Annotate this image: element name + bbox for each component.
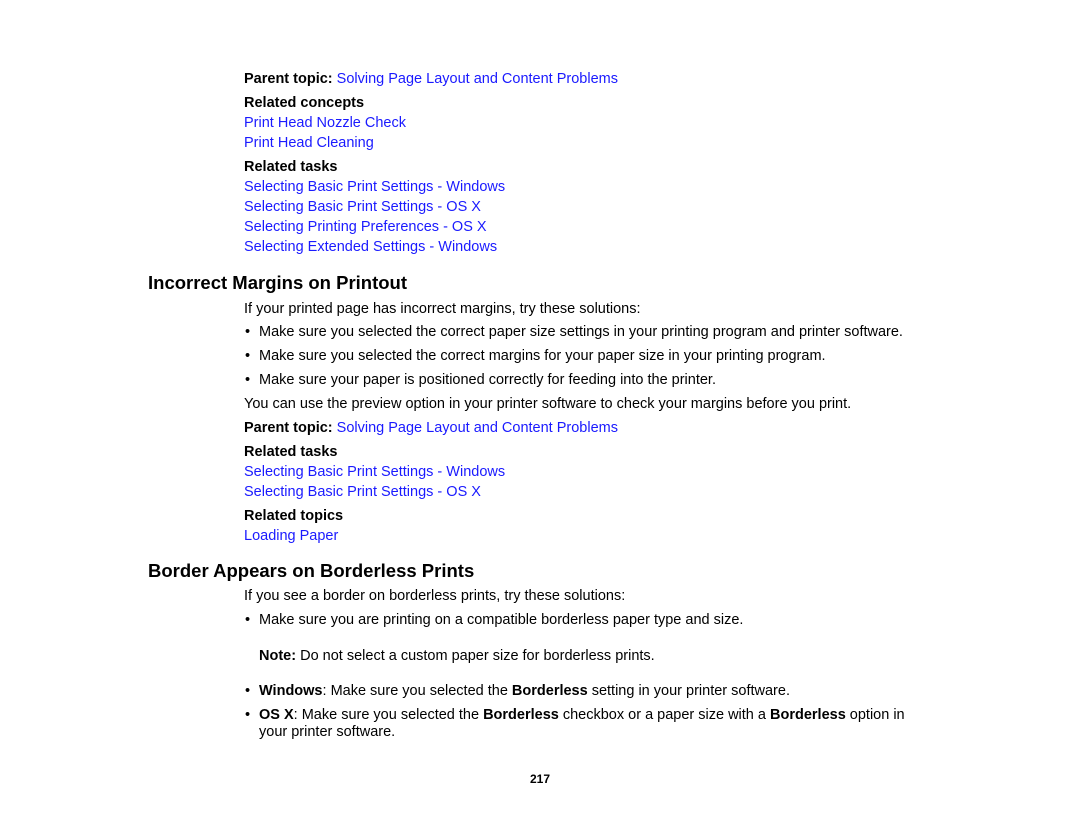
list-item-continuation: your printer software. bbox=[259, 724, 396, 740]
related-task-link[interactable]: Selecting Basic Print Settings - OS X bbox=[244, 198, 481, 216]
intro-text: If you see a border on borderless prints… bbox=[244, 588, 626, 604]
bullet-icon: • bbox=[245, 324, 251, 340]
bullet-icon: • bbox=[245, 707, 251, 723]
related-task-link[interactable]: Selecting Extended Settings - Windows bbox=[244, 238, 497, 256]
section-title-border-borderless: Border Appears on Borderless Prints bbox=[148, 560, 475, 581]
note: Note: Do not select a custom paper size … bbox=[259, 647, 655, 665]
intro-text: If your printed page has incorrect margi… bbox=[244, 301, 641, 317]
related-topic-link[interactable]: Loading Paper bbox=[244, 527, 338, 545]
note-label: Note: bbox=[259, 648, 297, 664]
related-tasks-heading: Related tasks bbox=[244, 444, 338, 460]
related-task-link[interactable]: Selecting Basic Print Settings - Windows bbox=[244, 178, 505, 196]
bullet-icon: • bbox=[245, 348, 251, 364]
related-task-link[interactable]: Selecting Basic Print Settings - Windows bbox=[244, 463, 505, 481]
bullet-icon: • bbox=[245, 612, 251, 628]
page-number: 217 bbox=[530, 772, 551, 786]
outro-text: You can use the preview option in your p… bbox=[244, 396, 852, 412]
parent-topic-label: Parent topic: bbox=[244, 71, 333, 87]
section-title-incorrect-margins: Incorrect Margins on Printout bbox=[148, 272, 408, 293]
related-task-link[interactable]: Selecting Printing Preferences - OS X bbox=[244, 218, 487, 236]
parent-topic-line: Parent topic: Solving Page Layout and Co… bbox=[244, 70, 618, 88]
related-topics-heading: Related topics bbox=[244, 508, 344, 524]
note-text: Do not select a custom paper size for bo… bbox=[296, 648, 655, 664]
bullet-icon: • bbox=[245, 372, 251, 388]
parent-topic-link[interactable]: Solving Page Layout and Content Problems bbox=[337, 71, 618, 87]
parent-topic-link[interactable]: Solving Page Layout and Content Problems bbox=[337, 420, 618, 436]
parent-topic-label: Parent topic: bbox=[244, 420, 333, 436]
related-concepts-heading: Related concepts bbox=[244, 95, 365, 111]
bullet-icon: • bbox=[245, 683, 251, 699]
related-task-link[interactable]: Selecting Basic Print Settings - OS X bbox=[244, 483, 481, 501]
related-concept-link[interactable]: Print Head Cleaning bbox=[244, 134, 374, 152]
related-concept-link[interactable]: Print Head Nozzle Check bbox=[244, 114, 406, 132]
related-tasks-heading: Related tasks bbox=[244, 159, 338, 175]
parent-topic-line: Parent topic: Solving Page Layout and Co… bbox=[244, 419, 618, 437]
